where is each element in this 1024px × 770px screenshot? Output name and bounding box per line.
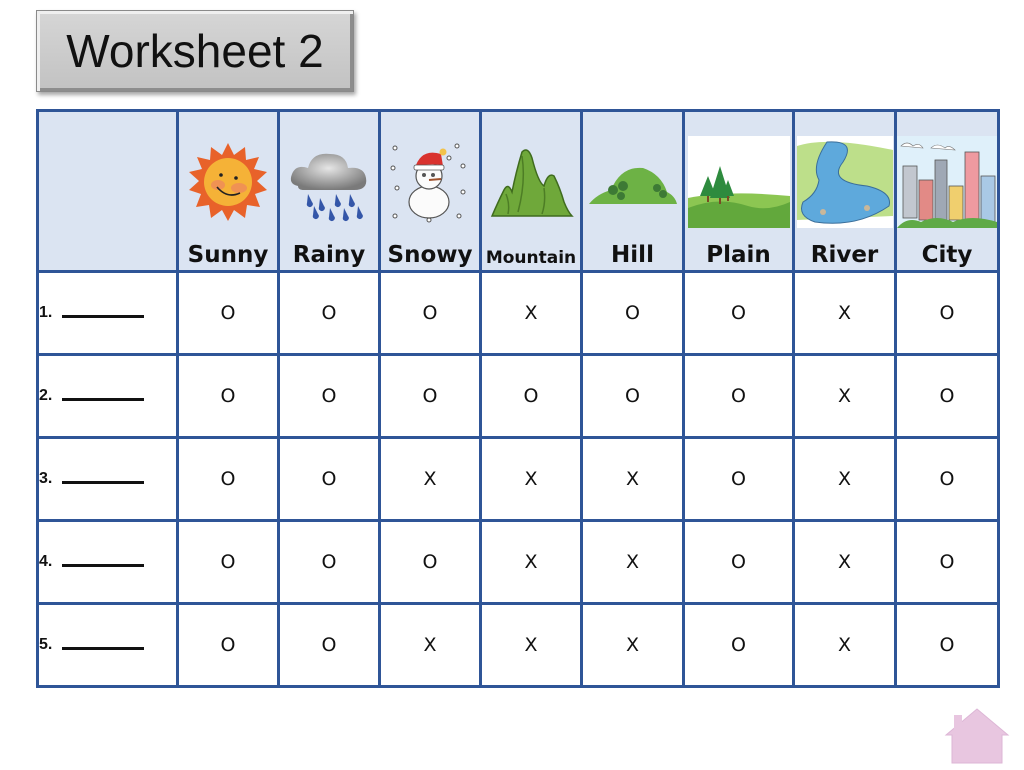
answer-blank[interactable]: [62, 315, 145, 319]
column-label: Rainy: [292, 242, 366, 268]
cell-city: O: [894, 436, 1000, 522]
cell-rainy: O: [277, 270, 381, 356]
cell-rainy: O: [277, 353, 381, 439]
cell-snowy: X: [378, 436, 482, 522]
row-label-cell: 5.: [36, 602, 179, 688]
plain-icon: [685, 132, 792, 232]
cell-river: X: [792, 519, 897, 605]
cell-sunny: O: [176, 436, 280, 522]
table-row: 5. O O X X X O X O: [36, 602, 1000, 688]
rain-cloud-icon: [280, 132, 378, 232]
cell-rainy: O: [277, 519, 381, 605]
column-label: River: [810, 242, 879, 268]
cell-snowy: O: [378, 270, 482, 356]
row-label-cell: 1.: [36, 270, 179, 356]
column-header-sunny: Sunny: [176, 109, 280, 273]
cell-hill: X: [580, 602, 685, 688]
column-header-snowy: Snowy: [378, 109, 482, 273]
answer-blank[interactable]: [62, 481, 145, 485]
column-label: Hill: [611, 242, 654, 268]
column-header-plain: Plain: [682, 109, 795, 273]
row-number: 4.: [39, 553, 53, 570]
cell-hill: O: [580, 270, 685, 356]
cell-plain: O: [682, 436, 795, 522]
city-icon: [897, 132, 997, 232]
cell-snowy: X: [378, 602, 482, 688]
cell-mountain: X: [479, 519, 583, 605]
cell-mountain: X: [479, 602, 583, 688]
cell-snowy: O: [378, 353, 482, 439]
column-header-mountain: Mountain: [479, 109, 583, 273]
cell-sunny: O: [176, 353, 280, 439]
table-row: 3. O O X X X O X O: [36, 436, 1000, 522]
answer-blank[interactable]: [62, 647, 145, 651]
column-label: Plain: [706, 242, 771, 268]
sun-icon: [179, 132, 277, 232]
table-row: 4. O O O X X O X O: [36, 519, 1000, 605]
cell-city: O: [894, 353, 1000, 439]
cell-river: X: [792, 270, 897, 356]
row-number: 3.: [39, 470, 53, 487]
page-title: Worksheet 2: [66, 25, 324, 77]
cell-city: O: [894, 519, 1000, 605]
cell-sunny: O: [176, 270, 280, 356]
cell-rainy: O: [277, 436, 381, 522]
cell-sunny: O: [176, 602, 280, 688]
column-header-city: City: [894, 109, 1000, 273]
row-label-cell: 4.: [36, 519, 179, 605]
cell-hill: O: [580, 353, 685, 439]
snowman-icon: [381, 132, 479, 232]
cell-river: X: [792, 436, 897, 522]
row-number: 5.: [39, 636, 53, 653]
column-label: City: [921, 242, 973, 268]
column-header-river: River: [792, 109, 897, 273]
column-header-hill: Hill: [580, 109, 685, 273]
cell-hill: X: [580, 436, 685, 522]
table-row: 2. O O O O O O X O: [36, 353, 1000, 439]
cell-snowy: O: [378, 519, 482, 605]
worksheet-title-banner: Worksheet 2: [36, 10, 354, 92]
cell-plain: O: [682, 353, 795, 439]
cell-city: O: [894, 270, 1000, 356]
row-number: 2.: [39, 387, 53, 404]
home-icon: [944, 708, 1010, 764]
hill-icon: [583, 132, 682, 232]
cell-hill: X: [580, 519, 685, 605]
cell-city: O: [894, 602, 1000, 688]
cell-mountain: O: [479, 353, 583, 439]
header-row: Sunny Rainy Snowy Mountain Hill Plain Ri…: [36, 109, 1000, 273]
row-label-cell: 3.: [36, 436, 179, 522]
cell-plain: O: [682, 602, 795, 688]
cell-plain: O: [682, 519, 795, 605]
column-label: Sunny: [187, 242, 269, 268]
row-label-cell: 2.: [36, 353, 179, 439]
river-icon: [795, 132, 894, 232]
mountain-icon: [482, 132, 580, 232]
answer-blank[interactable]: [62, 564, 145, 568]
column-label: Snowy: [387, 242, 473, 268]
home-button[interactable]: [940, 705, 1014, 765]
cell-river: X: [792, 353, 897, 439]
table-row: 1. O O O X O O X O: [36, 270, 1000, 356]
cell-plain: O: [682, 270, 795, 356]
column-label: Mountain: [485, 248, 577, 268]
worksheet-table: Sunny Rainy Snowy Mountain Hill Plain Ri…: [36, 109, 1000, 688]
answer-blank[interactable]: [62, 398, 145, 402]
cell-river: X: [792, 602, 897, 688]
cell-mountain: X: [479, 436, 583, 522]
cell-rainy: O: [277, 602, 381, 688]
row-number: 1.: [39, 304, 53, 321]
column-header-rainy: Rainy: [277, 109, 381, 273]
cell-sunny: O: [176, 519, 280, 605]
header-corner-cell: [36, 109, 179, 273]
cell-mountain: X: [479, 270, 583, 356]
